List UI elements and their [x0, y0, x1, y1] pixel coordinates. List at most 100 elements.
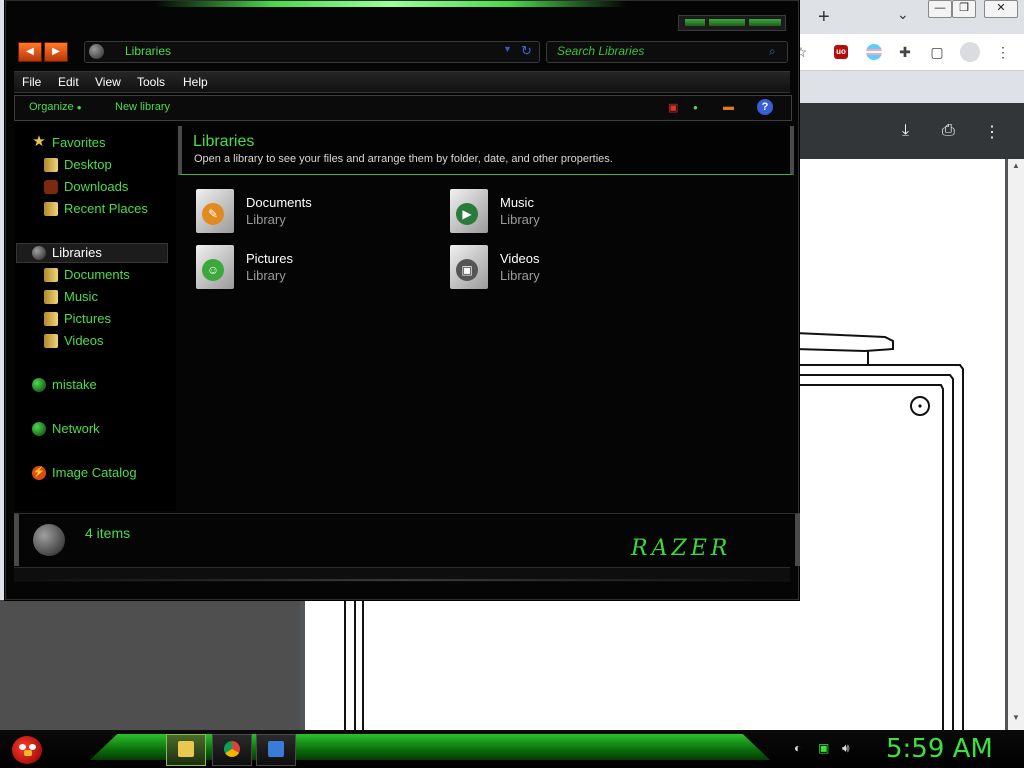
library-item-documents[interactable]: ✎ Documents Library: [196, 189, 396, 235]
close-button[interactable]: [749, 19, 781, 26]
page-subtitle: Open a library to see your files and arr…: [194, 153, 613, 165]
pictures-badge-icon: ☺: [202, 259, 224, 281]
nav-downloads[interactable]: Downloads: [64, 179, 128, 194]
view-options-icon[interactable]: ▣: [668, 101, 678, 114]
browser-menu-icon[interactable]: ⋮: [994, 43, 1012, 61]
ublock-extension-icon[interactable]: uo: [834, 45, 848, 59]
scroll-up-arrow-icon[interactable]: ▲: [1008, 161, 1024, 175]
taskbar: ◐ ▣ 🔊︎ 5:59 AM: [0, 730, 1024, 768]
new-library-button[interactable]: New library: [115, 101, 170, 113]
taskbar-chrome-button[interactable]: [212, 734, 252, 766]
library-type: Library: [500, 212, 540, 227]
start-button[interactable]: [10, 730, 46, 768]
pdf-scrollbar[interactable]: ▲ ▼: [1008, 159, 1024, 730]
library-type: Library: [500, 268, 540, 283]
pdf-more-icon[interactable]: ⋮: [984, 122, 1000, 142]
nav-music[interactable]: Music: [64, 289, 98, 304]
search-input[interactable]: Search Libraries: [557, 44, 644, 58]
taskbar-explorer-button[interactable]: [166, 734, 206, 766]
search-box[interactable]: Search Libraries ⌕: [546, 41, 788, 63]
downloads-icon: [44, 180, 58, 194]
nav-libraries[interactable]: Libraries: [52, 245, 102, 260]
item-count: 4 items: [85, 525, 131, 541]
volume-icon[interactable]: 🔊︎: [842, 741, 850, 756]
nav-favorites[interactable]: Favorites: [52, 135, 105, 150]
help-icon[interactable]: ?: [757, 99, 773, 115]
window-top-glow: [156, 1, 626, 7]
nav-image-catalog[interactable]: Image Catalog: [52, 465, 137, 480]
organize-label: Organize: [29, 101, 74, 113]
taskbar-window-button[interactable]: [256, 734, 296, 766]
library-name: Music: [500, 195, 534, 210]
desktop-background: [0, 600, 300, 730]
preview-pane-icon[interactable]: ▬: [723, 101, 734, 113]
view-dropdown-icon[interactable]: ●: [693, 103, 698, 112]
favorites-star-icon: ★: [32, 133, 46, 150]
nav-videos[interactable]: Videos: [64, 333, 104, 348]
address-orb-icon: [89, 44, 104, 59]
documents-library-icon: [44, 268, 58, 282]
documents-folder-icon: ✎: [196, 189, 234, 233]
network-tray-icon[interactable]: ▣: [818, 741, 829, 755]
details-pane: 4 items RAZER: [14, 513, 800, 566]
search-icon[interactable]: ⌕: [769, 44, 776, 59]
browser-toolbar: ☆ uo ✚ ▢ ⋮: [795, 34, 1024, 71]
command-bar: Organize ● New library ▣ ● ▬ ?: [14, 95, 792, 121]
browser-close-button[interactable]: ✕: [984, 0, 1018, 18]
extensions-puzzle-icon[interactable]: ✚: [896, 43, 914, 61]
videos-library-icon: [44, 334, 58, 348]
browser-restore-button[interactable]: ❐: [952, 0, 976, 18]
address-bar[interactable]: Libraries ▼ ↻: [84, 41, 540, 63]
forward-arrow-icon[interactable]: ▶: [44, 42, 68, 62]
menu-bar: File Edit View Tools Help: [14, 71, 790, 93]
homegroup-orb-icon: [32, 378, 46, 392]
new-tab-button[interactable]: +: [818, 6, 830, 29]
videos-badge-icon: ▣: [456, 259, 478, 281]
menu-view[interactable]: View: [95, 75, 121, 89]
taskbar-clock[interactable]: 5:59 AM: [886, 734, 993, 764]
nav-mistake[interactable]: mistake: [52, 377, 97, 392]
organize-button[interactable]: Organize ●: [29, 101, 82, 113]
nav-recent-places[interactable]: Recent Places: [64, 201, 148, 216]
library-header: Libraries Open a library to see your fil…: [178, 126, 794, 175]
menu-tools[interactable]: Tools: [137, 75, 165, 89]
bird-beak: [24, 750, 32, 756]
network-orb-icon: [32, 422, 46, 436]
window-controls: [678, 15, 786, 31]
pdf-download-icon[interactable]: ⤓: [902, 122, 909, 140]
back-arrow-icon[interactable]: ◀: [18, 42, 42, 62]
menu-help[interactable]: Help: [183, 75, 208, 89]
music-folder-icon: ▶: [450, 189, 488, 233]
maximize-button[interactable]: [709, 19, 745, 26]
flag-extension-icon[interactable]: [866, 44, 882, 60]
menu-edit[interactable]: Edit: [58, 75, 79, 89]
scroll-down-arrow-icon[interactable]: ▼: [1008, 713, 1024, 727]
side-panel-icon[interactable]: ▢: [928, 43, 946, 61]
library-item-videos[interactable]: ▣ Videos Library: [450, 245, 650, 291]
nav-desktop[interactable]: Desktop: [64, 157, 112, 172]
minimize-button[interactable]: [685, 19, 705, 26]
nav-network[interactable]: Network: [52, 421, 100, 436]
library-type: Library: [246, 212, 286, 227]
explorer-window: ◀ ▶ Libraries ▼ ↻ Search Libraries ⌕ Fil…: [5, 0, 800, 600]
library-item-pictures[interactable]: ☺ Pictures Library: [196, 245, 396, 291]
navigation-pane: ★ Favorites Desktop Downloads Recent Pla…: [14, 121, 176, 511]
browser-minimize-button[interactable]: —: [928, 0, 952, 18]
browser-tab-strip: + ⌄ — ❐ ✕: [796, 0, 1024, 34]
tab-search-chevron-icon[interactable]: ⌄: [897, 6, 909, 23]
library-name: Videos: [500, 251, 540, 266]
refresh-icon[interactable]: ↻: [521, 43, 532, 59]
page-title: Libraries: [193, 133, 255, 150]
profile-avatar-icon[interactable]: [960, 42, 980, 62]
address-dropdown-icon[interactable]: ▼: [503, 44, 512, 54]
address-text[interactable]: Libraries: [125, 44, 171, 58]
pictures-folder-icon: ☺: [196, 245, 234, 289]
nav-documents[interactable]: Documents: [64, 267, 130, 282]
pdf-print-icon[interactable]: ⎙: [942, 122, 955, 140]
tray-app-icon[interactable]: ◐: [794, 741, 801, 755]
menu-file[interactable]: File: [22, 75, 41, 89]
nav-pictures[interactable]: Pictures: [64, 311, 111, 326]
library-item-music[interactable]: ▶ Music Library: [450, 189, 650, 235]
window-bottom-edge: [14, 579, 790, 581]
chrome-icon: [224, 741, 240, 757]
